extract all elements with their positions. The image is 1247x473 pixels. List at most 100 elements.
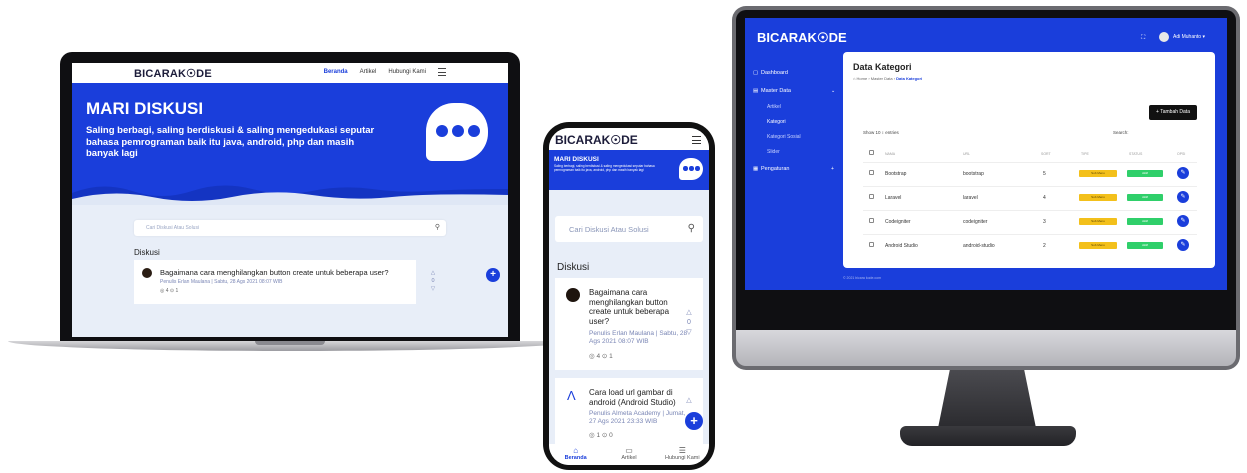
column-header[interactable]: SORT [1041,152,1051,156]
phone-logo[interactable]: BICARAK☉DE [555,133,638,147]
edit-icon[interactable]: ✎ [1177,215,1189,227]
tab-artikel[interactable]: ▭ Artikel [604,444,654,465]
cell-name: Laravel [885,195,902,201]
select-all-checkbox[interactable] [869,150,874,155]
laptop-logo[interactable]: BICARAK☉DE [134,67,212,80]
hero-wave [72,185,508,205]
tab-label: Hubungi Kami [665,455,700,461]
edit-icon[interactable]: ✎ [1177,239,1189,251]
table-row: Android Studio android-studio 2 Sub Menu… [863,234,1197,256]
breadcrumb-master-data[interactable]: Master Data [871,76,893,81]
type-badge: Sub Menu [1079,218,1117,225]
sidebar-item-kategori[interactable]: Kategori [767,119,786,125]
android-studio-icon: Ʌ [567,388,576,403]
nav-artikel[interactable]: Artikel [360,69,377,75]
table-row: Bootstrap bootstrap 5 Sub Menu Aktif ✎ [863,162,1197,184]
monitor-chin [736,330,1236,366]
chevron-down-icon[interactable]: ⌄ [831,88,835,94]
cell-sort: 2 [1043,243,1046,249]
discussion-meta: Penulis Erlan Maulana | Sabtu, 28 Ags 20… [589,330,688,345]
discussion-card[interactable]: Bagaimana cara menghilangkan button crea… [555,278,703,370]
column-header[interactable]: URL [963,152,970,156]
breadcrumb: ⌂ Home › Master Data › Data Kategori [853,76,923,81]
section-title: Diskusi [557,262,590,273]
cell-url: codeigniter [963,219,988,225]
status-badge: Aktif [1127,170,1163,177]
sidebar-item-artikel[interactable]: Artikel [767,104,781,110]
upvote-icon[interactable]: △ [428,269,438,277]
discussion-question[interactable]: Bagaimana cara menghilangkan button crea… [160,268,389,277]
search-input[interactable]: Cari Diskusi Atau Solusi ⚲ [555,216,703,242]
vote-control: △ 0 ▽ [428,269,438,293]
cell-url: bootstrap [963,171,984,177]
discussion-question[interactable]: Cara load url gambar di android (Android… [589,388,681,407]
vote-count: 0 [431,278,435,284]
admin-logo[interactable]: BICARAK☉DE [757,30,847,46]
nav-hubungi-kami[interactable]: Hubungi Kami [388,69,426,75]
discussion-meta: Penulis Erlan Maulana | Sabtu, 28 Ags 20… [160,279,283,285]
fullscreen-icon[interactable]: ⛶ [1141,35,1145,42]
tab-beranda[interactable]: ⌂ Beranda [551,444,601,465]
discussion-card[interactable]: Bagaimana cara menghilangkan button crea… [134,260,416,304]
expand-plus-icon[interactable]: + [831,166,834,172]
row-checkbox[interactable] [869,218,874,223]
column-header[interactable]: STATUS [1129,152,1142,156]
type-badge: Sub Menu [1079,242,1117,249]
tab-hubungi-kami[interactable]: ☰ Hubungi Kami [657,444,707,465]
nav-beranda[interactable]: Beranda [324,69,348,75]
table-row: Codeigniter codeigniter 3 Sub Menu Aktif… [863,210,1197,232]
row-checkbox[interactable] [869,194,874,199]
downvote-icon[interactable]: ▽ [428,285,438,293]
vote-control: △ [683,396,695,406]
edit-icon[interactable]: ✎ [1177,191,1189,203]
discussion-card[interactable]: Ʌ Cara load url gambar di android (Andro… [555,378,703,444]
sidebar-item-kategori-sosial[interactable]: Kategori Sosial [767,134,801,140]
upvote-icon[interactable]: △ [683,396,695,406]
sidebar-label: Dashboard [761,70,788,76]
column-header[interactable]: TIPE [1081,152,1089,156]
sidebar-item-pengaturan[interactable]: ▦ Pengaturan [753,166,789,172]
user-menu[interactable]: Adi Muhanto ▾ [1173,34,1205,40]
breadcrumb-home[interactable]: ⌂ Home [853,76,867,81]
row-checkbox[interactable] [869,170,874,175]
hamburger-icon[interactable] [692,136,701,144]
entries-selector[interactable]: Show 10 ↕ entries [863,130,899,135]
hamburger-icon[interactable] [438,68,446,76]
upvote-icon[interactable]: △ [683,308,695,318]
avatar [566,288,580,302]
status-badge: Aktif [1127,218,1163,225]
hero-subtitle: Saling berbagi, saling berdiskusi & sali… [86,125,375,159]
edit-icon[interactable]: ✎ [1177,167,1189,179]
search-placeholder: Cari Diskusi Atau Solusi [569,225,649,234]
downvote-icon[interactable]: ▽ [683,328,695,338]
add-discussion-button[interactable]: + [486,268,500,282]
search-placeholder: Cari Diskusi Atau Solusi [146,225,200,231]
cell-sort: 4 [1043,195,1046,201]
laptop-screen: BICARAK☉DE Beranda Artikel Hubungi Kami … [72,63,508,337]
discussion-question[interactable]: Bagaimana cara menghilangkan button crea… [589,288,681,326]
table-search-label: Search: [1113,130,1129,135]
sidebar-item-dashboard[interactable]: ▢ Dashboard [753,70,788,76]
add-data-button[interactable]: + Tambah Data [1149,105,1197,120]
user-avatar[interactable] [1159,32,1169,42]
discussion-stats: ◎ 4 ⊙ 1 [160,288,179,294]
contact-icon: ☰ [678,446,686,455]
database-icon: ▤ [753,88,759,94]
row-checkbox[interactable] [869,242,874,247]
tab-label: Beranda [564,455,587,461]
avatar [142,268,152,278]
hero-subtitle: Saling berbagi, saling berdiskusi & sali… [554,164,655,172]
bottom-navigation: ⌂ Beranda ▭ Artikel ☰ Hubungi Kami [549,444,709,465]
search-icon[interactable]: ⚲ [435,223,440,231]
sidebar-item-master-data[interactable]: ▤ Master Data [753,88,791,94]
cell-name: Android Studio [885,243,918,249]
search-input[interactable]: Cari Diskusi Atau Solusi ⚲ [134,220,446,236]
monitor-stand-foot [900,426,1076,446]
column-header[interactable]: OPSI [1177,152,1185,156]
sidebar-item-slider[interactable]: Slider [767,149,780,155]
search-icon[interactable]: ⚲ [688,223,695,234]
sidebar-label: Master Data [761,88,791,94]
add-discussion-button[interactable]: + [685,412,703,430]
column-header[interactable]: NAMA [885,152,895,156]
section-title: Diskusi [134,248,160,257]
